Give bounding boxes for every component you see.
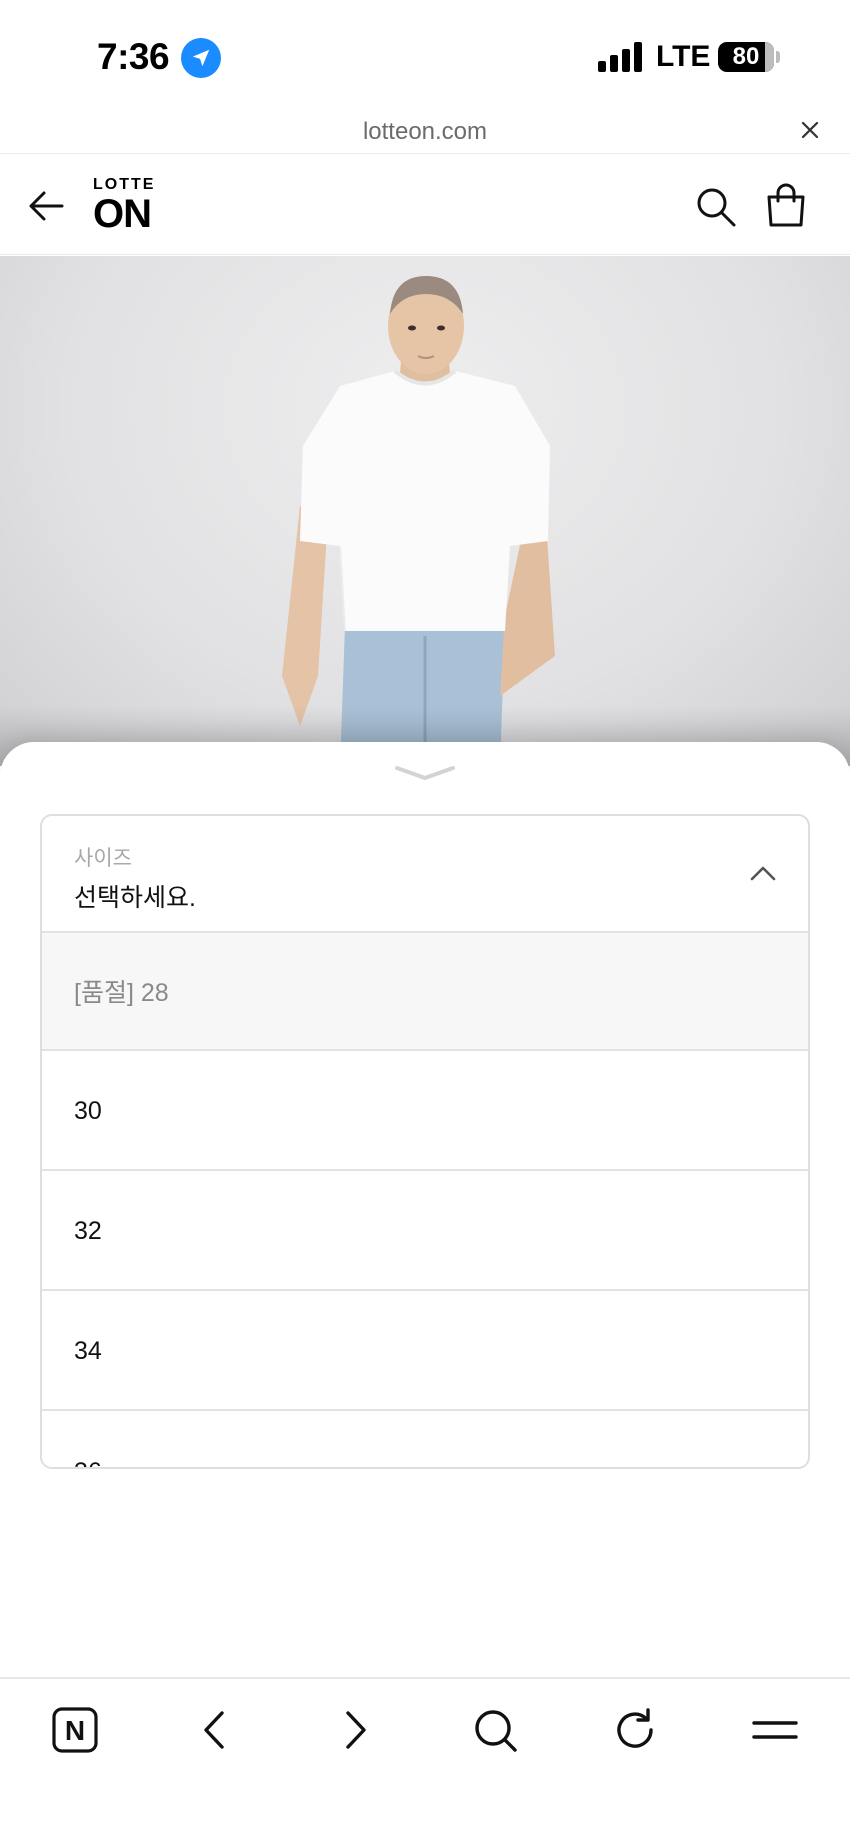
reload-button[interactable] — [607, 1702, 663, 1758]
chevron-right-icon — [346, 1711, 366, 1749]
browser-back-button[interactable] — [187, 1702, 243, 1758]
size-option-label: 36 — [74, 1458, 102, 1468]
naver-letter: N — [65, 1715, 85, 1746]
size-option-label: [품절] 28 — [74, 979, 169, 1007]
logo-bottom: ON — [93, 192, 152, 236]
size-option-label: 34 — [74, 1336, 102, 1365]
app-header: LOTTE ON — [0, 155, 850, 255]
size-option-label: 30 — [74, 1096, 102, 1125]
battery-icon: 80 — [718, 42, 774, 72]
size-option-soldout: [품절] 28 — [42, 933, 808, 1051]
shopping-bag-icon — [767, 183, 805, 227]
close-icon[interactable] — [798, 118, 822, 142]
arrow-left-icon — [29, 191, 64, 221]
menu-icon — [752, 1721, 798, 1739]
cart-button[interactable] — [764, 183, 808, 229]
location-arrow-icon — [181, 38, 221, 78]
logo-top: LOTTE — [93, 176, 156, 193]
naver-home-button[interactable]: N — [47, 1702, 103, 1758]
url-bar: lotteon.com — [0, 110, 850, 154]
back-button[interactable] — [26, 185, 68, 227]
browser-forward-button[interactable] — [327, 1702, 383, 1758]
search-icon — [475, 1710, 517, 1752]
naver-home-icon: N — [52, 1707, 98, 1753]
browser-toolbar: N — [0, 1677, 850, 1842]
option-bottom-sheet: 사이즈 선택하세요. [품절] 28 30 32 34 36 — [0, 742, 850, 1677]
product-photo — [282, 276, 555, 766]
product-image[interactable] — [0, 256, 850, 766]
menu-button[interactable] — [747, 1702, 803, 1758]
size-option[interactable]: 34 — [42, 1293, 808, 1411]
search-icon — [697, 188, 736, 227]
lotte-on-logo[interactable]: LOTTE ON — [93, 176, 156, 236]
battery-nub — [776, 51, 780, 63]
reload-icon — [617, 1708, 653, 1748]
size-dropdown: 사이즈 선택하세요. [품절] 28 30 32 34 36 — [40, 814, 810, 1469]
size-select-header[interactable]: 사이즈 선택하세요. — [42, 816, 808, 933]
battery-level: 80 — [732, 43, 760, 70]
status-bar: 7:36 LTE 80 — [0, 0, 850, 110]
chevron-up-icon[interactable] — [748, 858, 778, 888]
network-label: LTE — [656, 40, 711, 73]
chevron-left-icon — [204, 1711, 224, 1749]
size-option[interactable]: 32 — [42, 1173, 808, 1291]
chevron-down-icon[interactable] — [393, 762, 457, 784]
status-time: 7:36 — [97, 36, 170, 77]
size-selected-value: 선택하세요. — [74, 884, 196, 912]
size-label: 사이즈 — [74, 847, 132, 870]
size-option-label: 32 — [74, 1216, 102, 1245]
size-option[interactable]: 30 — [42, 1053, 808, 1171]
url-text[interactable]: lotteon.com — [0, 118, 850, 146]
browser-search-button[interactable] — [467, 1702, 523, 1758]
size-option[interactable]: 36 — [42, 1413, 808, 1468]
search-button[interactable] — [694, 185, 738, 229]
cell-signal-icon — [598, 42, 644, 72]
